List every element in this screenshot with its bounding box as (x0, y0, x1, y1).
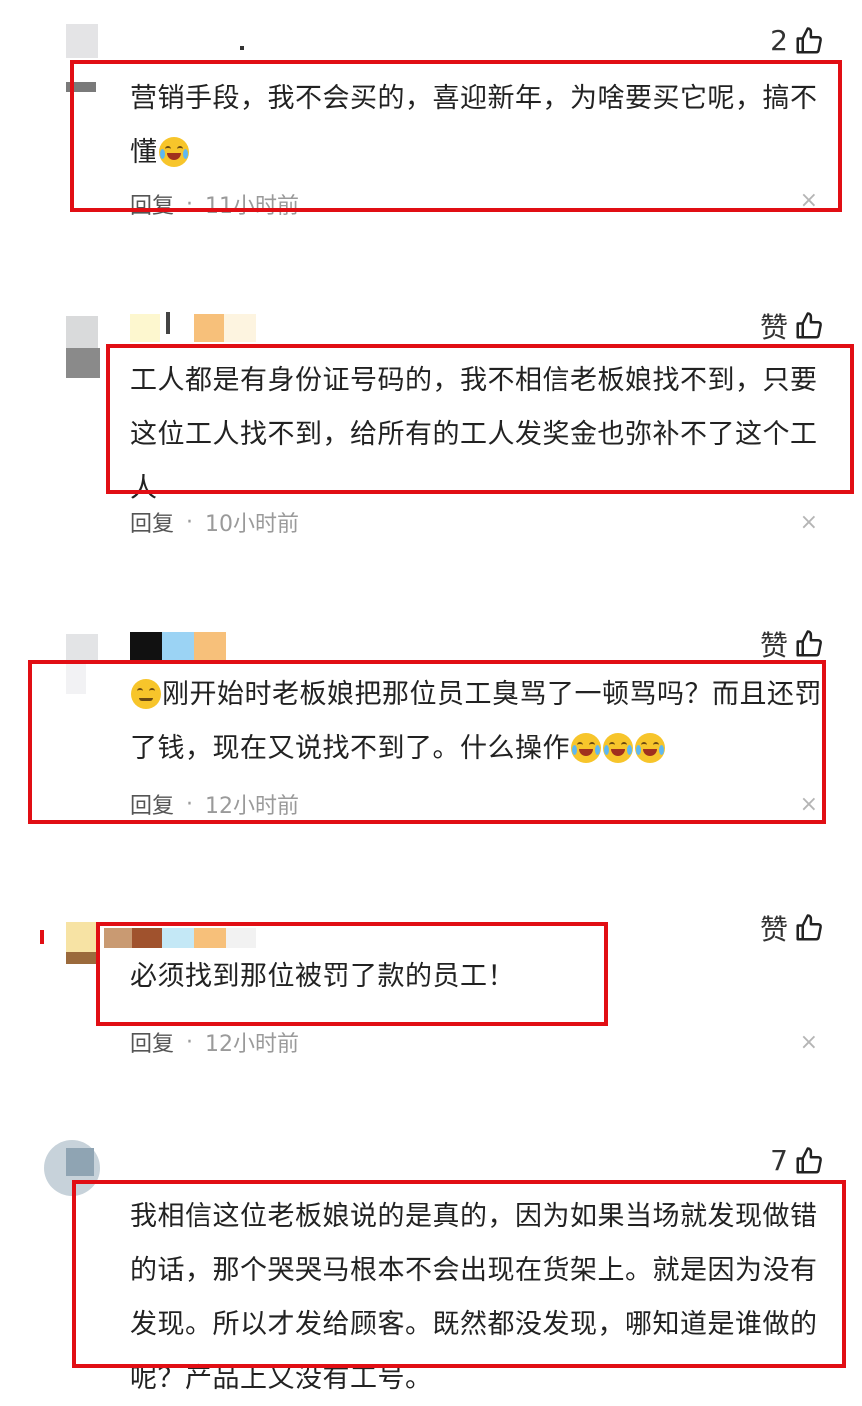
laugh-cry-emoji-icon (158, 137, 189, 167)
avatar[interactable] (66, 634, 98, 694)
avatar[interactable] (66, 316, 100, 378)
like-button[interactable]: 2 (770, 24, 824, 57)
laugh-cry-emoji-icon (571, 733, 601, 763)
like-count: 2 (770, 24, 788, 57)
timestamp: 12小时前 (205, 794, 300, 819)
comment-meta: 回复 · 10小时前 (130, 506, 299, 538)
like-label: 赞 (759, 311, 788, 344)
laugh-cry-emoji-icon (635, 733, 665, 763)
reply-button[interactable]: 回复 (130, 1026, 174, 1058)
comment-text: 工人都是有身份证号码的，我不相信老板娘找不到，只要这位工人找不到，给所有的工人发… (130, 365, 818, 504)
thumbs-up-icon (796, 630, 822, 657)
timestamp: 11小时前 (205, 194, 300, 219)
like-button[interactable]: 赞 (760, 908, 824, 948)
like-count: 7 (770, 1144, 788, 1177)
avatar[interactable] (44, 1140, 100, 1200)
reply-button[interactable]: 回复 (130, 506, 174, 538)
username-blur (240, 46, 244, 50)
laugh-cry-emoji-icon (603, 733, 633, 763)
comment-meta: 回复 · 12小时前 (130, 788, 299, 820)
thumbs-up-icon (796, 312, 822, 339)
avatar[interactable] (66, 24, 98, 92)
timestamp: 10小时前 (205, 512, 300, 537)
comment-text: 营销手段，我不会买的，喜迎新年，为啥要买它呢，搞不懂 (130, 83, 818, 168)
avatar[interactable] (40, 922, 98, 966)
close-icon[interactable]: × (800, 188, 818, 213)
thumbs-up-icon (796, 26, 822, 53)
comment-meta: 回复 · 12小时前 (130, 1026, 299, 1058)
squint-emoji-icon (131, 679, 161, 709)
like-button[interactable]: 赞 (760, 624, 824, 664)
like-label: 赞 (759, 913, 788, 946)
comment-text: 我相信这位老板娘说的是真的，因为如果当场就发现做错的话，那个哭哭马根本不会出现在… (130, 1201, 818, 1394)
reply-button[interactable]: 回复 (130, 788, 174, 820)
like-button[interactable]: 赞 (760, 306, 824, 346)
timestamp: 12小时前 (205, 1032, 300, 1057)
thumbs-up-icon (796, 914, 822, 941)
close-icon[interactable]: × (800, 792, 818, 817)
thumbs-up-icon (796, 1146, 822, 1173)
like-button[interactable]: 7 (770, 1144, 824, 1177)
close-icon[interactable]: × (800, 1030, 818, 1055)
comment-text: 刚开始时老板娘把那位员工臭骂了一顿骂吗？而且还罚了钱，现在又说找不到了。什么操作 (130, 679, 822, 764)
close-icon[interactable]: × (800, 510, 818, 535)
comment-meta: 回复 · 11小时前 (130, 188, 299, 220)
comment-text: 必须找到那位被罚了款的员工！ (130, 961, 515, 992)
like-label: 赞 (759, 629, 788, 662)
reply-button[interactable]: 回复 (130, 188, 174, 220)
